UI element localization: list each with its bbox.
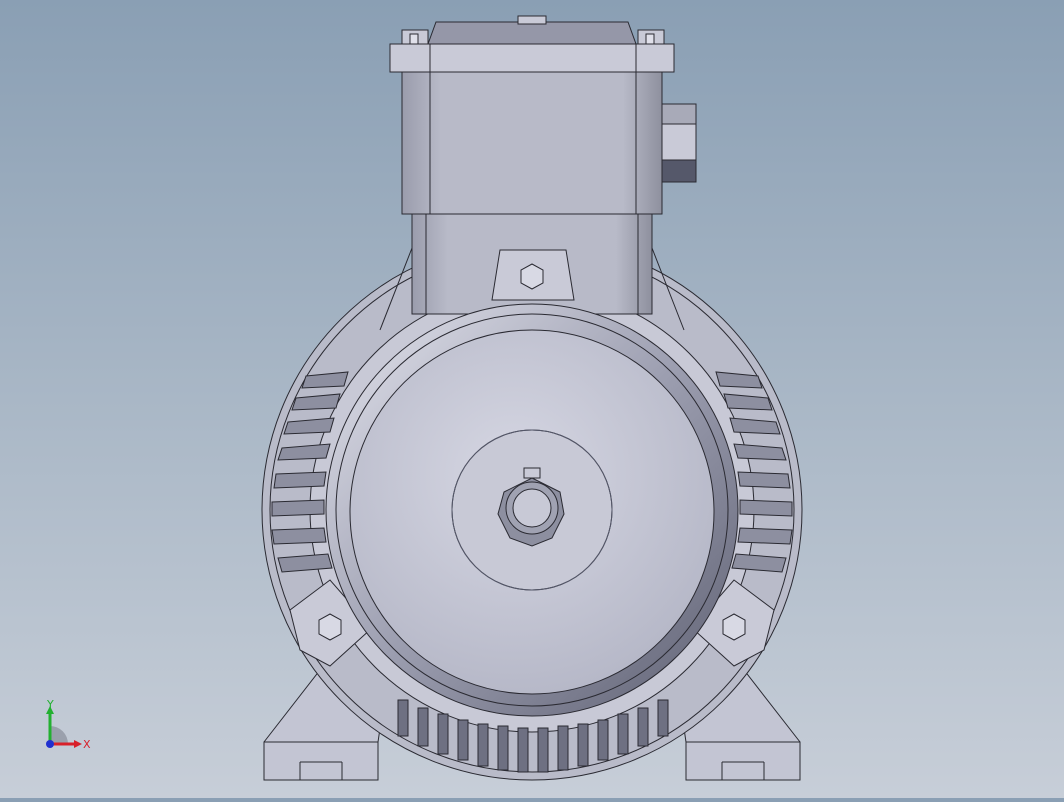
terminal-box (401, 69, 663, 215)
left-foot-base (263, 741, 379, 781)
graphics-viewport[interactable] (0, 0, 1064, 798)
coordinate-triad: Y X (38, 696, 98, 756)
triad-z-axis (46, 740, 54, 748)
shaft-key (523, 467, 541, 479)
terminal-box-top (427, 21, 637, 45)
triad-y-label: Y (46, 698, 54, 711)
triad-x-label: X (83, 738, 91, 751)
terminal-box-lid (389, 43, 675, 73)
motor-model[interactable] (0, 0, 1064, 798)
right-foot-base (685, 741, 801, 781)
